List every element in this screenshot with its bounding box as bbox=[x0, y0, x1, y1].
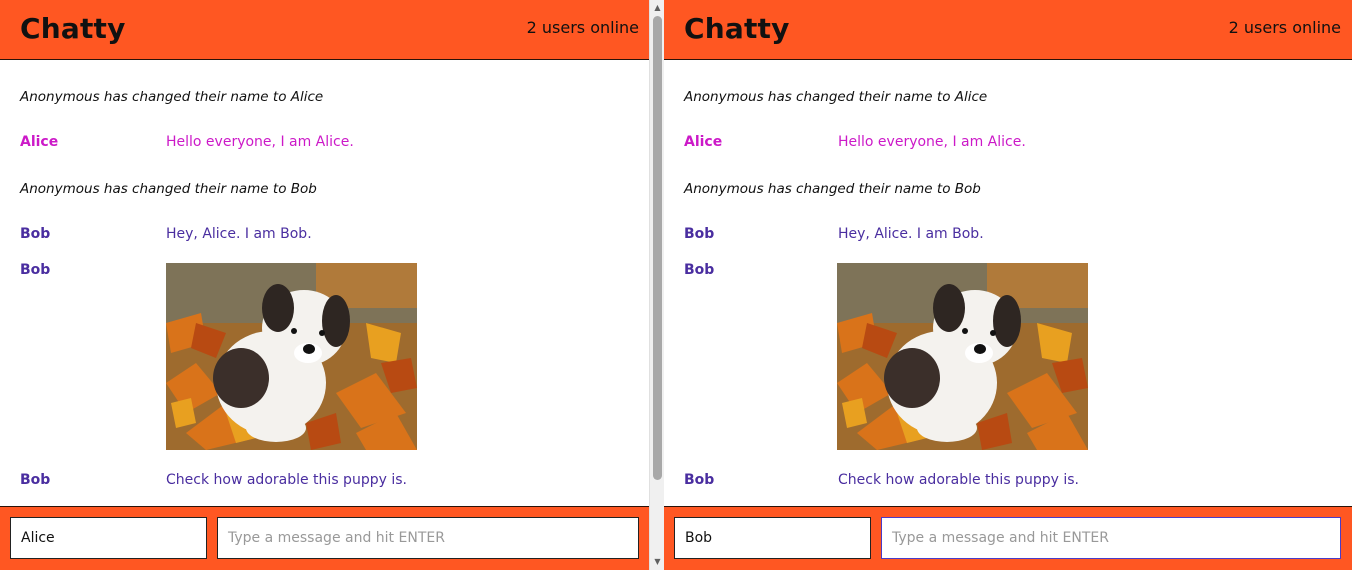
message-input[interactable]: Type a message and hit ENTER bbox=[217, 517, 639, 559]
message-username: Bob bbox=[20, 472, 51, 488]
chat-footer: Bob Type a message and hit ENTER bbox=[664, 506, 1352, 570]
message-username: Bob bbox=[684, 226, 715, 242]
system-notification: Anonymous has changed their name to Alic… bbox=[684, 89, 988, 105]
chat-window-right: Chatty 2 users online Anonymous has chan… bbox=[664, 0, 1352, 570]
message-username: Bob bbox=[20, 226, 51, 242]
username-input[interactable]: Bob bbox=[674, 517, 871, 559]
message-username: Bob bbox=[684, 472, 715, 488]
message-content: Hey, Alice. I am Bob. bbox=[838, 226, 984, 242]
navbar: Chatty 2 users online bbox=[664, 0, 1352, 60]
message-username: Bob bbox=[20, 262, 51, 278]
message-username: Alice bbox=[684, 134, 723, 150]
system-notification: Anonymous has changed their name to Bob bbox=[20, 181, 317, 197]
username-input[interactable]: Alice bbox=[10, 517, 207, 559]
message-list: Anonymous has changed their name to Alic… bbox=[0, 61, 649, 506]
brand-title: Chatty bbox=[20, 12, 126, 45]
users-online-count: 2 users online bbox=[526, 18, 639, 37]
message-content: Check how adorable this puppy is. bbox=[838, 472, 1079, 488]
message-content: Hello everyone, I am Alice. bbox=[166, 134, 354, 150]
system-notification: Anonymous has changed their name to Bob bbox=[684, 181, 981, 197]
message-content: Hey, Alice. I am Bob. bbox=[166, 226, 312, 242]
scroll-up-icon[interactable]: ▲ bbox=[650, 1, 665, 15]
scrollbar[interactable]: ▲ ▼ bbox=[649, 0, 664, 570]
system-notification: Anonymous has changed their name to Alic… bbox=[20, 89, 324, 105]
navbar: Chatty 2 users online bbox=[0, 0, 649, 60]
message-content: Check how adorable this puppy is. bbox=[166, 472, 407, 488]
brand-title: Chatty bbox=[684, 12, 790, 45]
message-username: Alice bbox=[20, 134, 59, 150]
scroll-down-icon[interactable]: ▼ bbox=[650, 555, 665, 569]
puppy-image bbox=[166, 263, 417, 450]
message-input[interactable]: Type a message and hit ENTER bbox=[881, 517, 1341, 559]
puppy-image bbox=[837, 263, 1088, 450]
message-content: Hello everyone, I am Alice. bbox=[838, 134, 1026, 150]
scroll-thumb[interactable] bbox=[653, 16, 662, 480]
users-online-count: 2 users online bbox=[1228, 18, 1341, 37]
message-list: Anonymous has changed their name to Alic… bbox=[664, 61, 1352, 506]
chat-footer: Alice Type a message and hit ENTER bbox=[0, 506, 649, 570]
message-username: Bob bbox=[684, 262, 715, 278]
chat-window-left: Chatty 2 users online Anonymous has chan… bbox=[0, 0, 649, 570]
